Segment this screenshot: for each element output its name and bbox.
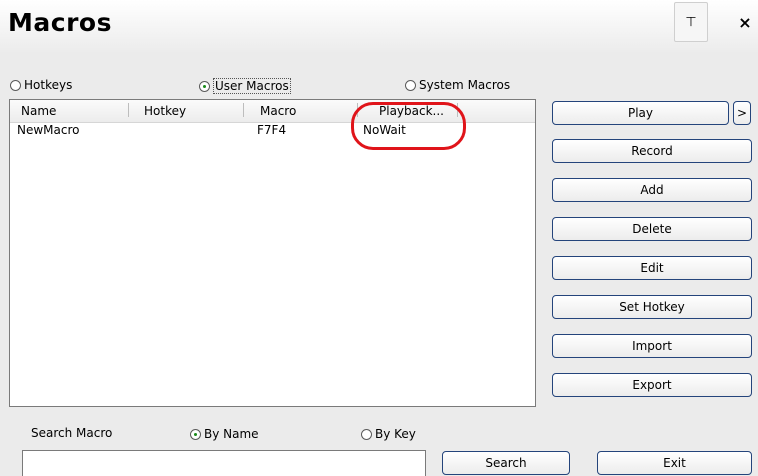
column-header-name[interactable]: Name: [21, 103, 56, 119]
radio-system-macros[interactable]: System Macros: [405, 78, 510, 92]
play-options-button[interactable]: >: [733, 101, 751, 125]
set-hotkey-button[interactable]: Set Hotkey: [552, 295, 752, 319]
edit-button[interactable]: Edit: [552, 256, 752, 280]
search-button[interactable]: Search: [442, 451, 570, 475]
radio-hotkeys-label: Hotkeys: [24, 78, 73, 92]
column-divider[interactable]: [128, 103, 129, 117]
annotation-highlight-circle: [351, 102, 466, 150]
radio-by-name[interactable]: By Name: [190, 427, 259, 441]
radio-selected-icon: [199, 80, 210, 92]
radio-circle-icon: [405, 79, 416, 91]
export-button[interactable]: Export: [552, 373, 752, 397]
radio-system-macros-label: System Macros: [419, 78, 511, 92]
close-icon: ×: [738, 12, 752, 32]
radio-circle-icon: [361, 428, 372, 440]
window-title: Macros: [8, 8, 112, 37]
title-bar: Macros ⊤ ×: [0, 0, 758, 52]
pin-button[interactable]: ⊤: [674, 2, 708, 42]
row-macro: F7F4: [257, 123, 287, 137]
radio-user-macros-label: User Macros: [213, 78, 291, 94]
radio-user-macros[interactable]: User Macros: [199, 78, 291, 94]
macro-list[interactable]: Name Hotkey Macro Playback... NewMacro F…: [9, 99, 536, 407]
column-header-macro[interactable]: Macro: [260, 103, 296, 119]
search-input[interactable]: [22, 450, 426, 476]
radio-by-key-label: By Key: [375, 427, 416, 441]
close-button[interactable]: ×: [732, 2, 758, 42]
play-button[interactable]: Play: [552, 101, 729, 125]
import-button[interactable]: Import: [552, 334, 752, 358]
radio-selected-icon: [190, 428, 201, 440]
main-panel: Hotkeys User Macros System Macros Name H…: [0, 52, 758, 476]
delete-button[interactable]: Delete: [552, 217, 752, 241]
radio-circle-icon: [10, 79, 21, 91]
add-button[interactable]: Add: [552, 178, 752, 202]
row-name: NewMacro: [17, 123, 80, 137]
column-divider[interactable]: [243, 103, 244, 117]
exit-button[interactable]: Exit: [597, 451, 752, 475]
search-macro-label: Search Macro: [31, 426, 113, 440]
column-header-hotkey[interactable]: Hotkey: [144, 103, 186, 119]
pin-icon: ⊤: [685, 14, 697, 30]
radio-by-name-label: By Name: [204, 427, 259, 441]
radio-by-key[interactable]: By Key: [361, 427, 416, 441]
radio-hotkeys[interactable]: Hotkeys: [10, 78, 72, 92]
record-button[interactable]: Record: [552, 139, 752, 163]
